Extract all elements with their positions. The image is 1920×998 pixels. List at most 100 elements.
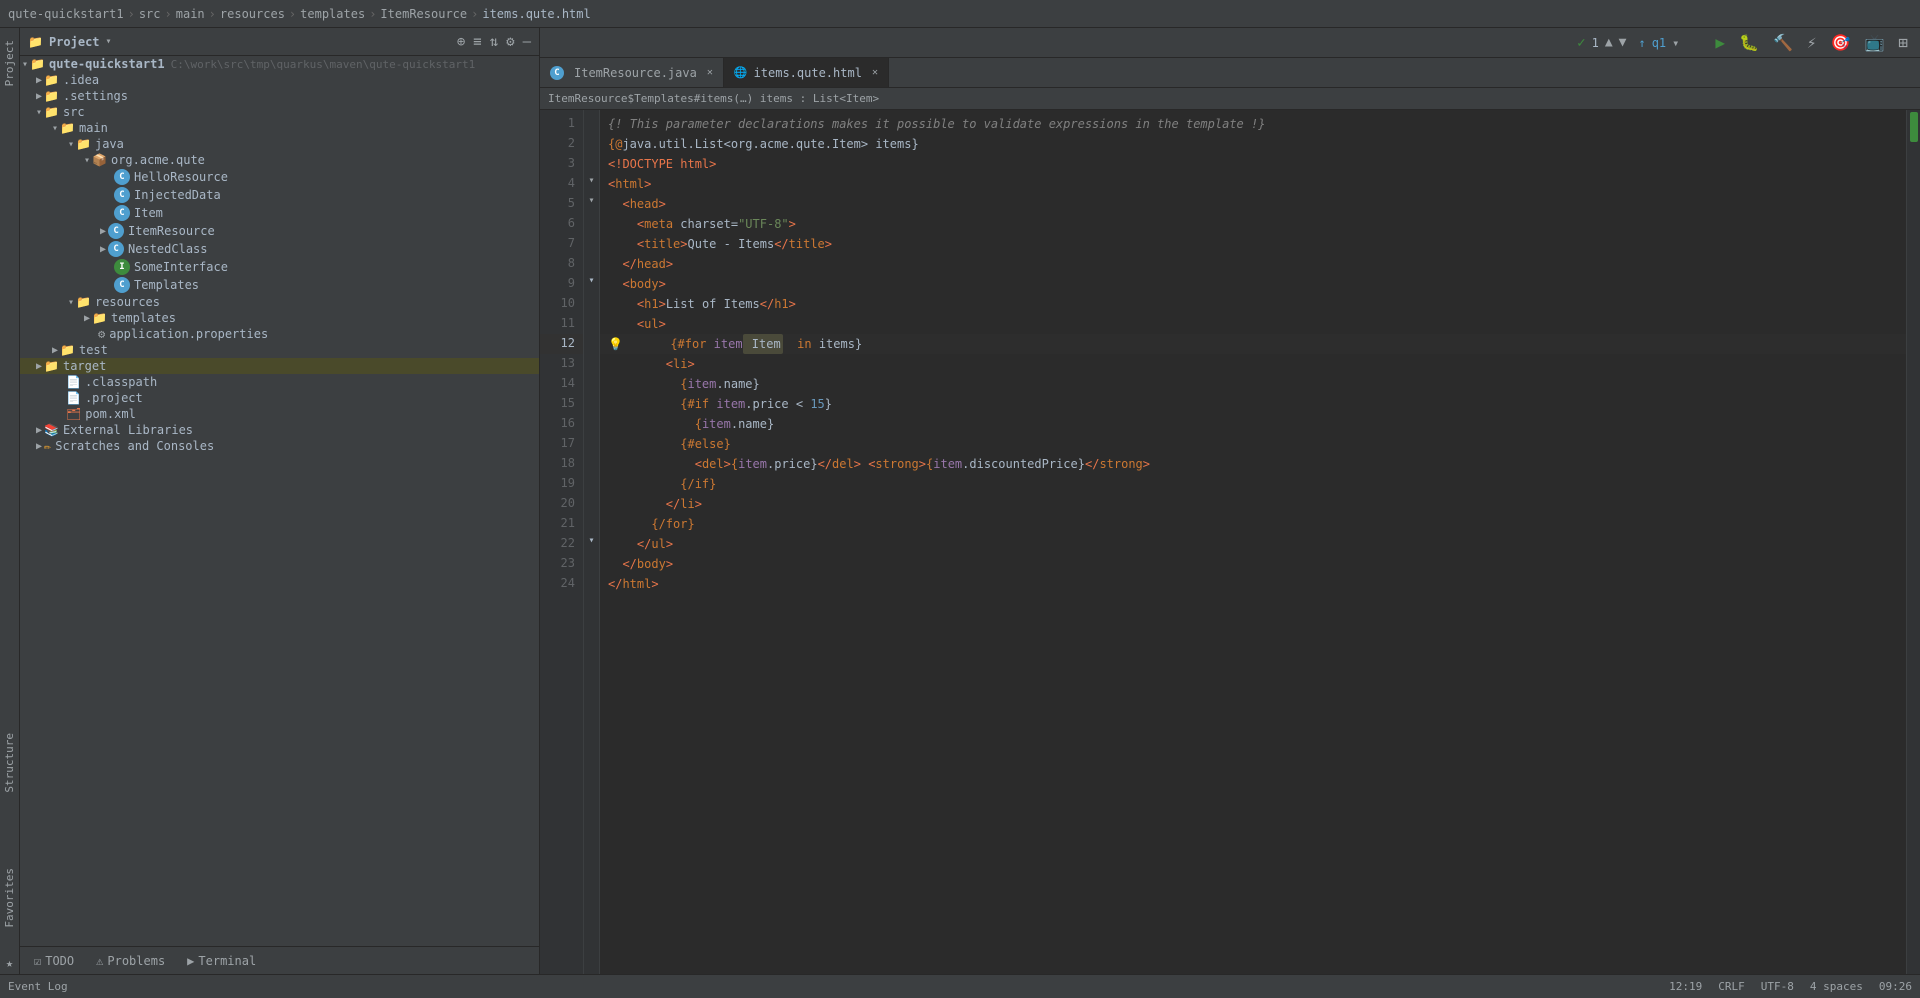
event-log-link[interactable]: Event Log [8,980,68,993]
tree-templates-class[interactable]: C Templates [20,276,539,294]
terminal-btn-icon[interactable]: 📺 [1860,31,1888,54]
fg18 [584,450,599,470]
tree-java[interactable]: ▾ 📁 java [20,136,539,152]
tree-injecteddata[interactable]: C InjectedData [20,186,539,204]
sort-icon[interactable]: ⇅ [490,34,498,50]
fold9-icon[interactable]: ▾ [588,275,594,286]
breadcrumb-templates[interactable]: templates [300,7,365,21]
tree-classpath[interactable]: 📄 .classpath [20,374,539,390]
tree-pomxml[interactable]: 🗂 pom.xml [20,406,539,422]
code-line-19: {/if} [600,474,1906,494]
locate-icon[interactable]: ⊕ [457,34,465,50]
tab-itemresource-close[interactable]: ✕ [707,67,713,78]
fg19 [584,470,599,490]
chevron-up-icon[interactable]: ▲ [1605,35,1613,50]
tree-project-file[interactable]: 📄 .project [20,390,539,406]
todo-label[interactable]: TODO [45,954,74,968]
tree-target[interactable]: ▶ 📁 target [20,358,539,374]
collapse-icon[interactable]: ≡ [473,34,481,50]
chevron-down-icon[interactable]: ▼ [1619,35,1627,50]
class-icon: C [114,169,130,185]
terminal-label[interactable]: Terminal [198,954,256,968]
breadcrumb-root[interactable]: qute-quickstart1 [8,7,124,21]
problems-tab[interactable]: ⚠ Problems [86,950,175,972]
tree-scratches[interactable]: ▶ ✏ Scratches and Consoles [20,438,539,454]
profile-icon[interactable]: ⚡ [1803,31,1821,54]
vertical-tabs: Project Structure Favorites ★ [0,28,20,974]
fg4[interactable]: ▾ [584,170,599,190]
code-line-21: {/for} [600,514,1906,534]
problems-label[interactable]: Problems [107,954,165,968]
tree-test[interactable]: ▶ 📁 test [20,342,539,358]
breadcrumb-resources[interactable]: resources [220,7,285,21]
terminal-tab[interactable]: ▶ Terminal [177,950,266,972]
tab-itemresource[interactable]: C ItemResource.java ✕ [540,58,724,87]
itemresource-arrow: ▶ [100,226,106,237]
cursor-position[interactable]: 12:19 [1669,980,1702,993]
resources-folder-icon: 📁 [76,295,91,309]
tree-root[interactable]: ▾ 📁 qute-quickstart1 C:\work\src\tmp\qua… [20,56,539,72]
ln5: 5 [540,194,583,214]
idea-folder-icon: 📁 [44,73,59,87]
coverage-icon[interactable]: 🎯 [1827,31,1855,54]
tree-main[interactable]: ▾ 📁 main [20,120,539,136]
build-icon[interactable]: 🔨 [1769,31,1797,54]
scratches-label: Scratches and Consoles [55,439,214,453]
fg17 [584,430,599,450]
fg15 [584,390,599,410]
code-editor: 1 2 3 4 5 6 7 8 9 10 11 12 13 14 15 16 1… [540,110,1920,974]
structure-tab[interactable]: Structure [1,725,18,801]
dropdown-arrow[interactable]: ▾ [1672,36,1679,50]
indent[interactable]: 4 spaces [1810,980,1863,993]
settings-icon[interactable]: ⚙ [506,34,514,50]
todo-icon: ☑ [34,954,41,968]
editor-breadcrumb: ItemResource$Templates#items(…) items : … [540,88,1920,110]
ln14: 14 [540,374,583,394]
sep3: › [209,7,216,21]
tree-helloresource[interactable]: C HelloResource [20,168,539,186]
breadcrumb-main[interactable]: main [176,7,205,21]
fg9[interactable]: ▾ [584,270,599,290]
settings-label: .settings [63,89,128,103]
fg22[interactable]: ▾ [584,530,599,550]
dropdown-icon[interactable]: ▾ [106,36,112,47]
favorites-tab[interactable]: Favorites [1,860,18,936]
tree-appprops[interactable]: ⚙ application.properties [20,326,539,342]
tree-templates-folder[interactable]: ▶ 📁 templates [20,310,539,326]
fold22-icon[interactable]: ▾ [588,535,594,546]
tree-idea[interactable]: ▶ 📁 .idea [20,72,539,88]
maximize-icon[interactable]: ⊞ [1894,31,1912,54]
line-ending[interactable]: CRLF [1718,980,1745,993]
package-arrow: ▾ [84,155,90,166]
fg5[interactable]: ▾ [584,190,599,210]
run-icon[interactable]: ▶ [1711,31,1729,54]
tree-ext-libs[interactable]: ▶ 📚 External Libraries [20,422,539,438]
tree-src[interactable]: ▾ 📁 src [20,104,539,120]
breadcrumb-itemresource[interactable]: ItemResource [380,7,467,21]
todo-tab[interactable]: ☑ TODO [24,950,84,972]
debug-icon[interactable]: 🐛 [1735,31,1763,54]
tree-resources[interactable]: ▾ 📁 resources [20,294,539,310]
code-line-4: <html> [600,174,1906,194]
injecteddata-label: InjectedData [134,188,221,202]
code-content[interactable]: {! This parameter declarations makes it … [600,110,1906,974]
tree-settings[interactable]: ▶ 📁 .settings [20,88,539,104]
breadcrumb-src[interactable]: src [139,7,161,21]
fold5-icon[interactable]: ▾ [588,195,594,206]
tree-nestedclass[interactable]: ▶ C NestedClass [20,240,539,258]
breadcrumb-file[interactable]: items.qute.html [482,7,590,21]
code-line-10: <h1>List of Items</h1> [600,294,1906,314]
minimize-icon[interactable]: — [523,34,531,50]
project-tab[interactable]: Project [1,32,18,94]
encoding[interactable]: UTF-8 [1761,980,1794,993]
fg6 [584,210,599,230]
tab-itemshtml[interactable]: 🌐 items.qute.html ✕ [724,58,889,87]
status-bar: Event Log 12:19 CRLF UTF-8 4 spaces 09:2… [0,974,1920,998]
tab-itemshtml-close[interactable]: ✕ [872,67,878,78]
tree-package[interactable]: ▾ 📦 org.acme.qute [20,152,539,168]
tree-itemresource[interactable]: ▶ C ItemResource [20,222,539,240]
tree-someinterface[interactable]: I SomeInterface [20,258,539,276]
tree-item[interactable]: C Item [20,204,539,222]
fold4-icon[interactable]: ▾ [588,175,594,186]
fg21 [584,510,599,530]
